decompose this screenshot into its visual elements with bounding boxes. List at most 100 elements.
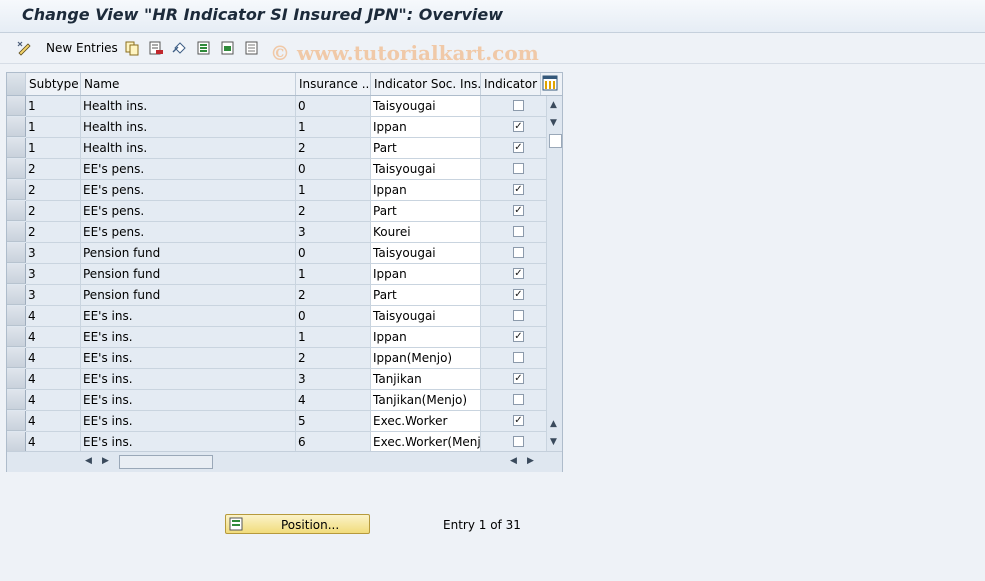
indicator-checkbox[interactable]: [513, 436, 524, 447]
cell-name: EE's pens.: [81, 159, 296, 180]
indicator-checkbox[interactable]: ✓: [513, 331, 524, 342]
table-row: 4 EE's ins. 5 Exec.Worker ✓: [7, 411, 547, 432]
select-all-column-header[interactable]: [7, 73, 26, 95]
indicator-checkbox[interactable]: [513, 352, 524, 363]
row-selector[interactable]: [7, 96, 26, 116]
table-row: 2 EE's pens. 1 Ippan ✓: [7, 180, 547, 201]
cell-subtype: 3: [26, 243, 81, 264]
row-selector[interactable]: [7, 264, 26, 284]
cell-subtype: 3: [26, 285, 81, 306]
row-selector[interactable]: [7, 348, 26, 368]
select-all-icon[interactable]: [196, 39, 212, 57]
cell-indicator-soc[interactable]: Ippan: [371, 327, 481, 348]
indicator-checkbox[interactable]: ✓: [513, 373, 524, 384]
scroll-down-icon[interactable]: ▼: [550, 118, 557, 128]
cell-insurance: 6: [296, 432, 371, 453]
table-header: Subtype Name Insurance ... Indicator Soc…: [7, 73, 562, 96]
indicator-checkbox[interactable]: ✓: [513, 415, 524, 426]
indicator-checkbox[interactable]: ✓: [513, 121, 524, 132]
new-entries-button[interactable]: New Entries: [46, 39, 118, 57]
table-row: 2 EE's pens. 3 Kourei: [7, 222, 547, 243]
row-selector[interactable]: [7, 117, 26, 137]
delete-icon[interactable]: [148, 39, 164, 57]
row-selector[interactable]: [7, 390, 26, 410]
row-selector[interactable]: [7, 432, 26, 452]
row-selector[interactable]: [7, 159, 26, 179]
scroll-left-2-icon[interactable]: ◀: [510, 456, 517, 466]
cell-indicator-soc[interactable]: Part: [371, 138, 481, 159]
cell-indicator-soc[interactable]: Taisyougai: [371, 96, 481, 117]
table-row: 2 EE's pens. 0 Taisyougai: [7, 159, 547, 180]
scroll-page-up-icon[interactable]: ▲: [550, 419, 557, 429]
row-selector[interactable]: [7, 243, 26, 263]
title-bar: Change View "HR Indicator SI Insured JPN…: [0, 0, 985, 33]
indicator-checkbox[interactable]: [513, 226, 524, 237]
cell-insurance: 1: [296, 327, 371, 348]
scroll-right-2-icon[interactable]: ▶: [527, 456, 534, 466]
cell-subtype: 4: [26, 432, 81, 453]
row-selector[interactable]: [7, 138, 26, 158]
position-button[interactable]: Position...: [225, 514, 370, 534]
cell-indicator-soc[interactable]: Kourei: [371, 222, 481, 243]
scroll-page-down-icon[interactable]: ▼: [550, 437, 557, 447]
cell-insurance: 2: [296, 201, 371, 222]
indicator-checkbox[interactable]: ✓: [513, 184, 524, 195]
cell-indicator-soc[interactable]: Ippan: [371, 180, 481, 201]
table-settings-icon[interactable]: [542, 75, 558, 94]
row-selector[interactable]: [7, 327, 26, 347]
copy-icon[interactable]: [124, 39, 140, 57]
cell-indicator-soc[interactable]: Part: [371, 201, 481, 222]
scroll-left-icon[interactable]: ◀: [85, 456, 92, 466]
scroll-up-icon[interactable]: ▲: [550, 100, 557, 110]
cell-indicator-soc[interactable]: Exec.Worker(Menj…: [371, 432, 481, 453]
indicator-checkbox[interactable]: [513, 310, 524, 321]
cell-indicator-soc[interactable]: Ippan: [371, 117, 481, 138]
indicator-checkbox[interactable]: ✓: [513, 205, 524, 216]
indicator-checkbox[interactable]: ✓: [513, 289, 524, 300]
cell-indicator-soc[interactable]: Tanjikan(Menjo): [371, 390, 481, 411]
cell-indicator-soc[interactable]: Taisyougai: [371, 159, 481, 180]
cell-indicator-soc[interactable]: Ippan(Menjo): [371, 348, 481, 369]
cell-indicator-soc[interactable]: Exec.Worker: [371, 411, 481, 432]
row-selector[interactable]: [7, 201, 26, 221]
cell-indicator-soc[interactable]: Part: [371, 285, 481, 306]
indicator-checkbox[interactable]: ✓: [513, 268, 524, 279]
indicator-checkbox[interactable]: [513, 247, 524, 258]
row-selector[interactable]: [7, 306, 26, 326]
indicator-checkbox[interactable]: [513, 394, 524, 405]
row-selector[interactable]: [7, 222, 26, 242]
cell-indicator-soc[interactable]: Taisyougai: [371, 243, 481, 264]
horizontal-scrollbar[interactable]: ◀ ▶ ◀ ▶: [7, 451, 562, 472]
cell-subtype: 4: [26, 369, 81, 390]
column-header-insurance[interactable]: Insurance ...: [296, 73, 371, 95]
cell-indicator: [481, 390, 547, 411]
column-header-name[interactable]: Name: [81, 73, 296, 95]
column-header-indicator-soc[interactable]: Indicator Soc. Ins.: [371, 73, 481, 95]
cell-name: EE's ins.: [81, 306, 296, 327]
indicator-checkbox[interactable]: [513, 100, 524, 111]
hscroll-thumb[interactable]: [119, 455, 213, 469]
cell-insurance: 2: [296, 348, 371, 369]
row-selector[interactable]: [7, 411, 26, 431]
indicator-checkbox[interactable]: ✓: [513, 142, 524, 153]
deselect-all-icon[interactable]: [244, 39, 260, 57]
column-header-indicator[interactable]: Indicator ...: [481, 73, 541, 95]
select-block-icon[interactable]: [220, 39, 236, 57]
cell-indicator: ✓: [481, 285, 547, 306]
row-selector[interactable]: [7, 285, 26, 305]
row-selector[interactable]: [7, 180, 26, 200]
cell-indicator-soc[interactable]: Taisyougai: [371, 306, 481, 327]
cell-name: Pension fund: [81, 285, 296, 306]
cell-name: Pension fund: [81, 264, 296, 285]
row-selector[interactable]: [7, 369, 26, 389]
column-header-subtype[interactable]: Subtype: [26, 73, 81, 95]
undo-icon[interactable]: [172, 39, 188, 57]
edit-toggle-icon[interactable]: [16, 39, 34, 57]
scroll-thumb[interactable]: [549, 134, 562, 148]
cell-indicator-soc[interactable]: Ippan: [371, 264, 481, 285]
cell-indicator-soc[interactable]: Tanjikan: [371, 369, 481, 390]
indicator-checkbox[interactable]: [513, 163, 524, 174]
scroll-right-icon[interactable]: ▶: [102, 456, 109, 466]
cell-subtype: 2: [26, 222, 81, 243]
vertical-scrollbar[interactable]: ▲ ▼ ▲ ▼: [547, 96, 562, 451]
